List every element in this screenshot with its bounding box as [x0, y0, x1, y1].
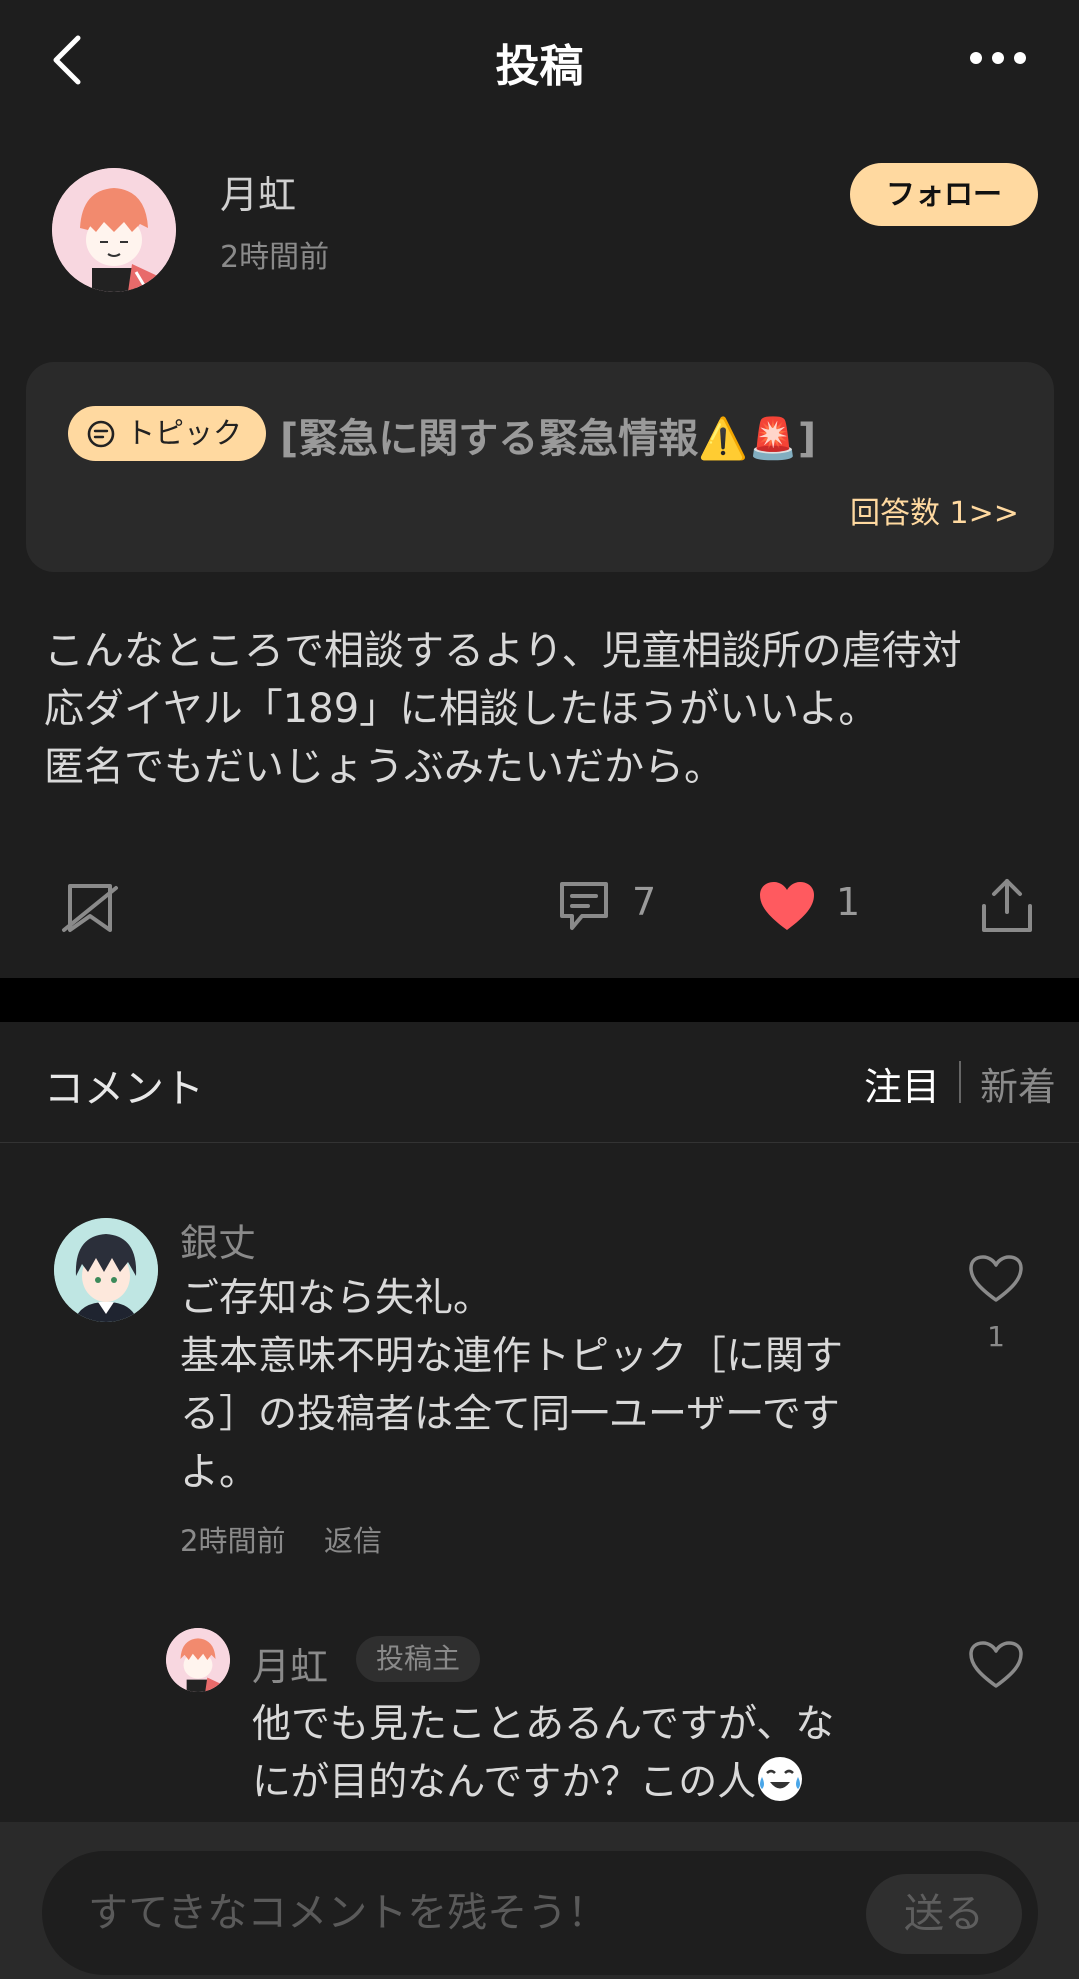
sort-divider [959, 1061, 961, 1103]
sort-new-tab[interactable]: 新着 [980, 1056, 1056, 1111]
comments-header-divider [0, 1142, 1079, 1143]
bookmark-icon[interactable] [60, 880, 120, 936]
heart-outline-icon[interactable] [968, 1640, 1024, 1690]
author-avatar[interactable] [52, 168, 176, 292]
comment-timestamp: 2時間前 [180, 1524, 286, 1558]
reply-text-content: 他でも見たことあるんですが、な にが目的なんですか？この人 [252, 1702, 835, 1805]
commenter-name[interactable]: 銀丈 [180, 1212, 256, 1267]
sort-featured-tab[interactable]: 注目 [864, 1056, 940, 1111]
reply-avatar[interactable] [166, 1628, 230, 1692]
topic-title[interactable]: [緊急に関する緊急情報⚠️🚨] [280, 406, 816, 464]
section-divider [0, 978, 1079, 1022]
follow-button[interactable]: フォロー [850, 163, 1038, 226]
post-timestamp: 2時間前 [220, 240, 330, 275]
heart-filled-icon[interactable] [758, 880, 816, 932]
avatar-illustration [166, 1628, 230, 1692]
page-title: 投稿 [495, 41, 584, 92]
crying-laughing-emoji-icon [758, 1757, 803, 1801]
reply-button[interactable]: 返信 [324, 1518, 382, 1560]
avatar-illustration [54, 1218, 158, 1322]
more-horizontal-icon[interactable] [968, 46, 1028, 70]
chat-bubble-icon [87, 420, 115, 448]
send-button[interactable]: 送る [866, 1874, 1022, 1954]
comment-count: 7 [632, 880, 657, 924]
comment-text: ご存知なら失礼。 基本意味不明な連作トピック［に関す る］の投稿者は全て同一ユー… [180, 1276, 844, 1495]
commenter-avatar[interactable] [54, 1218, 158, 1322]
topic-card[interactable] [26, 362, 1054, 572]
comment-icon[interactable] [556, 878, 612, 934]
comments-heading: コメント [44, 1066, 204, 1112]
comment-like-count: 1 [987, 1320, 1005, 1353]
op-badge: 投稿主 [356, 1636, 480, 1682]
reply-text: 他でも見たことあるんですが、な にが目的なんですか？この人 [252, 1696, 912, 1812]
share-icon[interactable] [980, 876, 1034, 934]
avatar-illustration [52, 168, 176, 292]
post-body: こんなところで相談するより、児童相談所の虐待対 応ダイヤル「189」に相談したほ… [44, 628, 962, 790]
heart-outline-icon[interactable] [968, 1254, 1024, 1304]
author-name[interactable]: 月虹 [220, 164, 296, 219]
topic-answer-count-link[interactable]: 回答数 1>> [850, 488, 1019, 532]
like-count: 1 [836, 880, 861, 924]
reply-author-name[interactable]: 月虹 [252, 1636, 328, 1691]
comment-input[interactable] [86, 1880, 826, 1946]
post-detail-screen: 投稿 月虹 2時間前 フォロー トピック [緊急に関する緊急情報⚠️🚨] 回答数… [0, 0, 1079, 1979]
